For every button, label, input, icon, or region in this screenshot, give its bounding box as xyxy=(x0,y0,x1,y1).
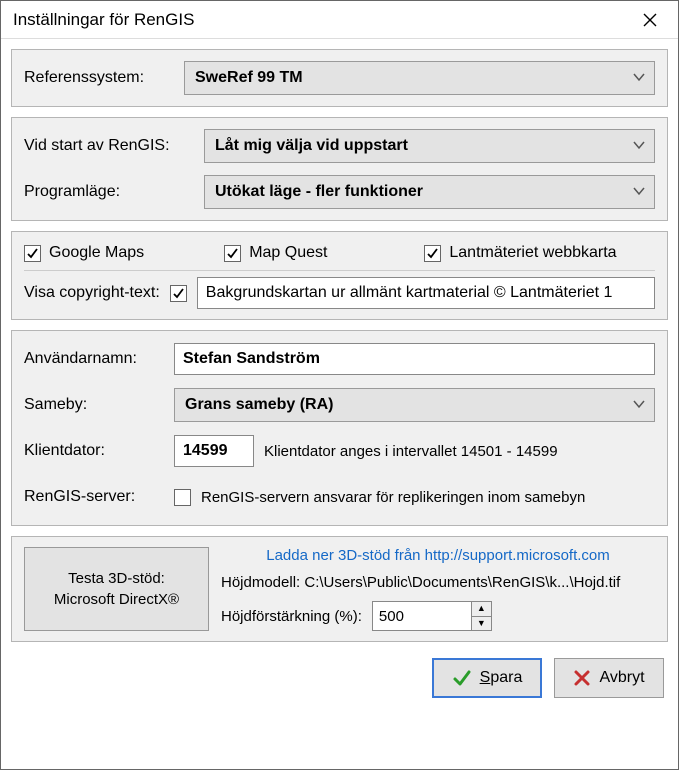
lantmateriet-label: Lantmäteriet webbkarta xyxy=(449,244,616,262)
server-checkbox[interactable] xyxy=(174,489,191,506)
close-button[interactable] xyxy=(630,5,670,35)
cancel-icon xyxy=(573,669,591,687)
test-3d-line2: Microsoft DirectX® xyxy=(54,589,179,610)
copyright-text-value: Bakgrundskartan ur allmänt kartmaterial … xyxy=(206,284,613,302)
close-icon xyxy=(643,13,657,27)
username-label: Användarnamn: xyxy=(24,350,164,368)
checkbox-icon xyxy=(170,285,187,302)
google-maps-checkbox[interactable]: Google Maps xyxy=(24,244,216,262)
panel-3d-right: Ladda ner 3D-stöd från http://support.mi… xyxy=(221,547,655,631)
save-button[interactable]: Spara xyxy=(432,658,542,698)
panel-user: Användarnamn: Stefan Sandström Sameby: G… xyxy=(11,330,668,526)
test-3d-line1: Testa 3D-stöd: xyxy=(68,568,165,589)
server-label: RenGIS-server: xyxy=(24,488,164,506)
client-input[interactable]: 14599 xyxy=(174,435,254,467)
google-maps-label: Google Maps xyxy=(49,244,144,262)
server-hint: RenGIS-servern ansvarar för replikeringe… xyxy=(201,489,585,506)
gain-label: Höjdförstärkning (%): xyxy=(221,608,362,625)
programmode-value: Utökat läge - fler funktioner xyxy=(215,183,423,201)
window-title: Inställningar för RenGIS xyxy=(13,10,194,30)
sameby-select[interactable]: Grans sameby (RA) xyxy=(174,388,655,422)
programmode-label: Programläge: xyxy=(24,183,194,201)
client-area: Referenssystem: SweRef 99 TM Vid start a… xyxy=(1,39,678,769)
check-icon xyxy=(452,668,472,688)
reference-select[interactable]: SweRef 99 TM xyxy=(184,61,655,95)
reference-value: SweRef 99 TM xyxy=(195,69,303,87)
checkbox-icon xyxy=(174,489,191,506)
save-label: Spara xyxy=(480,669,523,687)
checkbox-icon xyxy=(424,245,441,262)
startup-label: Vid start av RenGIS: xyxy=(24,137,194,155)
chevron-down-icon xyxy=(632,183,646,201)
sameby-label: Sameby: xyxy=(24,396,164,414)
height-model-label: Höjdmodell: C:\Users\Public\Documents\Re… xyxy=(221,574,655,591)
sameby-value: Grans sameby (RA) xyxy=(185,396,334,414)
cancel-label: Avbryt xyxy=(599,669,644,687)
panel-maps: Google Maps Map Quest Lantmäteriet webbk… xyxy=(11,231,668,320)
gain-step-up[interactable]: ▲ xyxy=(472,602,491,617)
copyright-label: Visa copyright-text: xyxy=(24,284,160,302)
username-input[interactable]: Stefan Sandström xyxy=(174,343,655,375)
panel-startup: Vid start av RenGIS: Låt mig välja vid u… xyxy=(11,117,668,221)
client-value: 14599 xyxy=(183,442,228,460)
copyright-text-input[interactable]: Bakgrundskartan ur allmänt kartmaterial … xyxy=(197,277,655,309)
mapquest-checkbox[interactable]: Map Quest xyxy=(224,244,416,262)
gain-value: 500 xyxy=(379,608,404,625)
copyright-checkbox[interactable] xyxy=(170,285,187,302)
startup-select[interactable]: Låt mig välja vid uppstart xyxy=(204,129,655,163)
chevron-down-icon xyxy=(632,137,646,155)
lantmateriet-checkbox[interactable]: Lantmäteriet webbkarta xyxy=(424,244,655,262)
titlebar: Inställningar för RenGIS xyxy=(1,1,678,39)
username-value: Stefan Sandström xyxy=(183,350,320,368)
gain-step-down[interactable]: ▼ xyxy=(472,617,491,631)
checkbox-icon xyxy=(224,245,241,262)
cancel-button[interactable]: Avbryt xyxy=(554,658,664,698)
gain-input[interactable]: 500 xyxy=(372,601,472,631)
settings-dialog: Inställningar för RenGIS Referenssystem:… xyxy=(0,0,679,770)
panel-3d: Testa 3D-stöd: Microsoft DirectX® Ladda … xyxy=(11,536,668,642)
gain-stepper[interactable]: 500 ▲ ▼ xyxy=(372,601,492,631)
chevron-down-icon xyxy=(632,396,646,414)
panel-reference: Referenssystem: SweRef 99 TM xyxy=(11,49,668,107)
startup-value: Låt mig välja vid uppstart xyxy=(215,137,408,155)
download-3d-link[interactable]: Ladda ner 3D-stöd från http://support.mi… xyxy=(221,547,655,564)
test-3d-button[interactable]: Testa 3D-stöd: Microsoft DirectX® xyxy=(24,547,209,631)
reference-label: Referenssystem: xyxy=(24,69,174,87)
client-hint: Klientdator anges i intervallet 14501 - … xyxy=(264,443,558,460)
client-label: Klientdator: xyxy=(24,442,164,460)
action-row: Spara Avbryt xyxy=(11,652,668,698)
checkbox-icon xyxy=(24,245,41,262)
chevron-down-icon xyxy=(632,69,646,87)
programmode-select[interactable]: Utökat läge - fler funktioner xyxy=(204,175,655,209)
mapquest-label: Map Quest xyxy=(249,244,327,262)
